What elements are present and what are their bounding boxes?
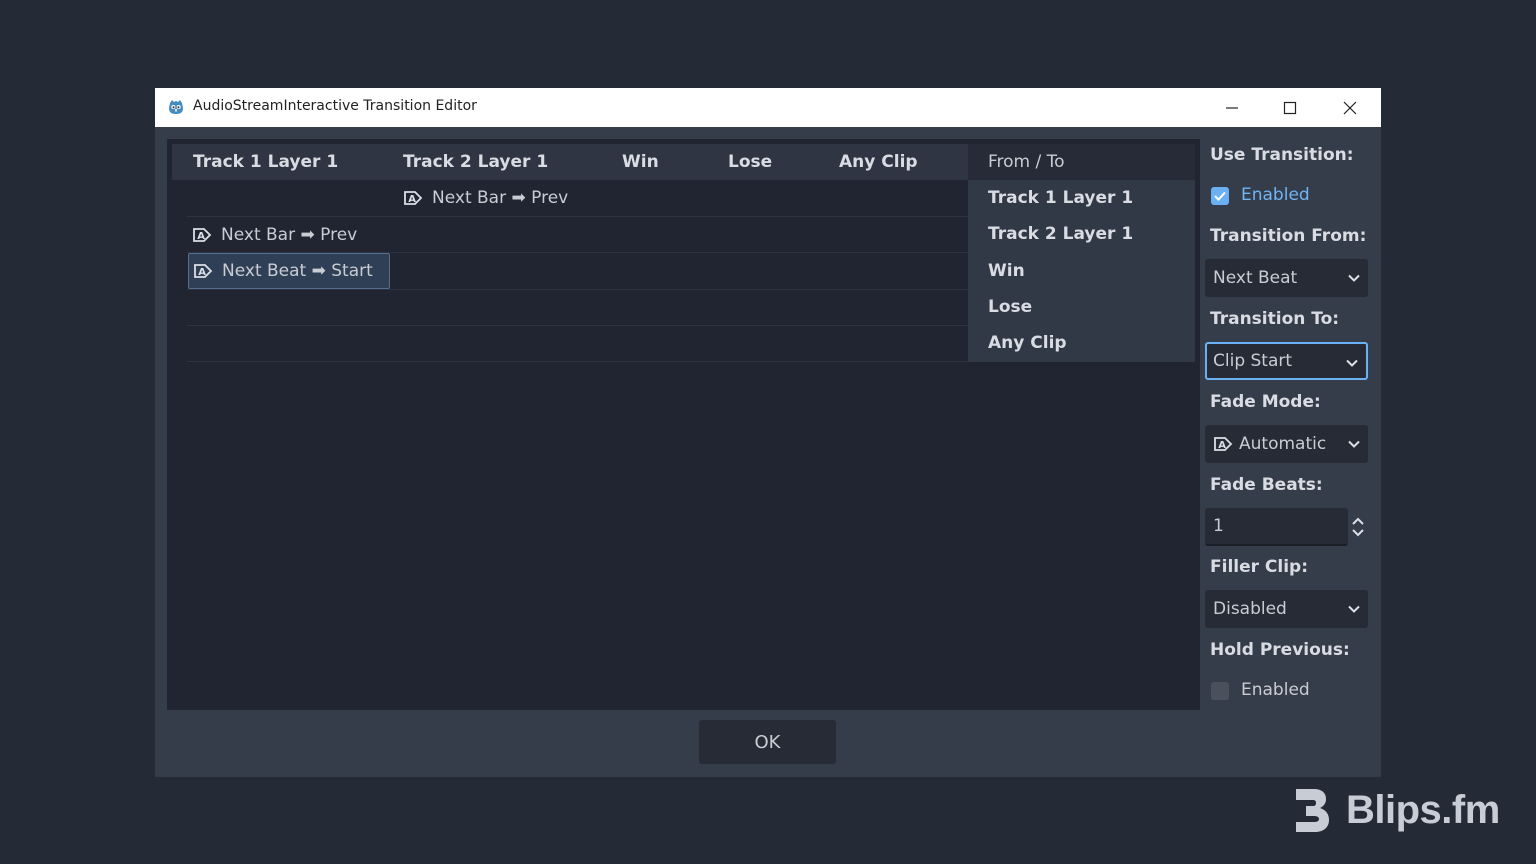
transition-properties-panel: Use Transition: Enabled Transition From:…: [1202, 139, 1372, 710]
cell-track1-to-track2[interactable]: A Next Bar ➡ Prev: [403, 180, 568, 216]
column-header-row: Track 1 Layer 1 Track 2 Layer 1 Win Lose…: [172, 144, 975, 180]
fade-beats-label: Fade Beats:: [1210, 475, 1323, 495]
filler-clip-dropdown[interactable]: Disabled: [1205, 590, 1368, 628]
blips-logo: Blips.fm: [1290, 785, 1500, 835]
close-icon: [1343, 101, 1357, 114]
column-header-any-clip: Any Clip: [839, 152, 918, 172]
row-header-corner: From / To: [968, 144, 1195, 180]
hold-previous-checkbox[interactable]: [1211, 682, 1229, 700]
ok-button[interactable]: OK: [699, 720, 836, 764]
godot-app-icon: [169, 100, 183, 114]
svg-text:A: A: [408, 194, 416, 205]
from-to-label: From / To: [988, 152, 1065, 172]
use-transition-enabled-label[interactable]: Enabled: [1241, 185, 1310, 205]
auto-fade-icon: A: [1214, 437, 1233, 451]
fade-mode-label: Fade Mode:: [1210, 392, 1321, 412]
row-header-win: Win: [988, 261, 1025, 281]
chevron-down-icon: [1348, 440, 1360, 448]
use-transition-checkbox[interactable]: [1211, 187, 1229, 205]
fade-mode-dropdown[interactable]: A Automatic: [1205, 425, 1368, 463]
blips-logo-text: Blips.fm: [1346, 787, 1500, 832]
cell-label: Next Bar ➡ Prev: [221, 225, 358, 245]
auto-fade-icon: A: [193, 228, 212, 242]
column-header-track2: Track 2 Layer 1: [403, 152, 549, 172]
filler-clip-label: Filler Clip:: [1210, 557, 1309, 577]
column-header-track1: Track 1 Layer 1: [193, 152, 339, 172]
cell-label: Next Beat ➡ Start: [222, 261, 373, 281]
chevron-down-icon: [1348, 274, 1360, 282]
row-header-panel: From / To Track 1 Layer 1 Track 2 Layer …: [968, 144, 1195, 362]
transition-to-dropdown[interactable]: Clip Start: [1205, 342, 1368, 380]
row-header-track1: Track 1 Layer 1: [988, 188, 1134, 208]
chevron-down-icon: [1348, 605, 1360, 613]
row-divider: [187, 361, 968, 362]
fade-beats-value: 1: [1213, 516, 1224, 536]
svg-text:A: A: [1218, 440, 1226, 451]
checkmark-icon: [1214, 191, 1226, 201]
cell-win-to-track1[interactable]: A Next Beat ➡ Start: [188, 253, 390, 289]
maximize-icon: [1283, 101, 1297, 114]
hold-previous-enabled-label[interactable]: Enabled: [1241, 680, 1310, 700]
transition-from-value: Next Beat: [1213, 268, 1298, 288]
svg-text:A: A: [198, 267, 206, 278]
transition-from-dropdown[interactable]: Next Beat: [1205, 259, 1368, 297]
hold-previous-label: Hold Previous:: [1210, 640, 1350, 660]
minimize-button[interactable]: [1203, 88, 1261, 127]
spinner-arrows-icon[interactable]: [1350, 515, 1366, 539]
transition-to-label: Transition To:: [1210, 309, 1340, 329]
blips-logo-icon: [1296, 789, 1329, 832]
transition-to-value: Clip Start: [1213, 351, 1293, 371]
close-button[interactable]: [1321, 88, 1379, 127]
auto-fade-icon: A: [404, 191, 423, 205]
column-header-lose: Lose: [728, 152, 773, 172]
auto-fade-icon: A: [194, 264, 213, 278]
row-header-track2: Track 2 Layer 1: [988, 224, 1134, 244]
transition-grid: Track 1 Layer 1 Track 2 Layer 1 Win Lose…: [167, 139, 1200, 710]
chevron-down-icon: [1346, 359, 1358, 367]
use-transition-label: Use Transition:: [1210, 145, 1354, 165]
cell-label: Next Bar ➡ Prev: [432, 188, 569, 208]
fade-mode-value: Automatic: [1239, 434, 1327, 454]
filler-clip-value: Disabled: [1213, 599, 1287, 619]
row-divider: [187, 289, 968, 290]
row-header-any-clip: Any Clip: [988, 333, 1067, 353]
maximize-button[interactable]: [1261, 88, 1319, 127]
window-title: AudioStreamInteractive Transition Editor: [193, 98, 477, 114]
row-header-lose: Lose: [988, 297, 1033, 317]
title-bar[interactable]: AudioStreamInteractive Transition Editor: [155, 88, 1381, 127]
minimize-icon: [1226, 106, 1238, 109]
transition-editor-window: AudioStreamInteractive Transition Editor…: [155, 88, 1381, 777]
transition-from-label: Transition From:: [1210, 226, 1367, 246]
cell-track2-to-track1[interactable]: A Next Bar ➡ Prev: [192, 217, 357, 253]
column-header-win: Win: [622, 152, 659, 172]
svg-text:A: A: [197, 231, 205, 242]
fade-beats-input[interactable]: 1: [1205, 508, 1348, 546]
row-divider: [187, 325, 968, 326]
